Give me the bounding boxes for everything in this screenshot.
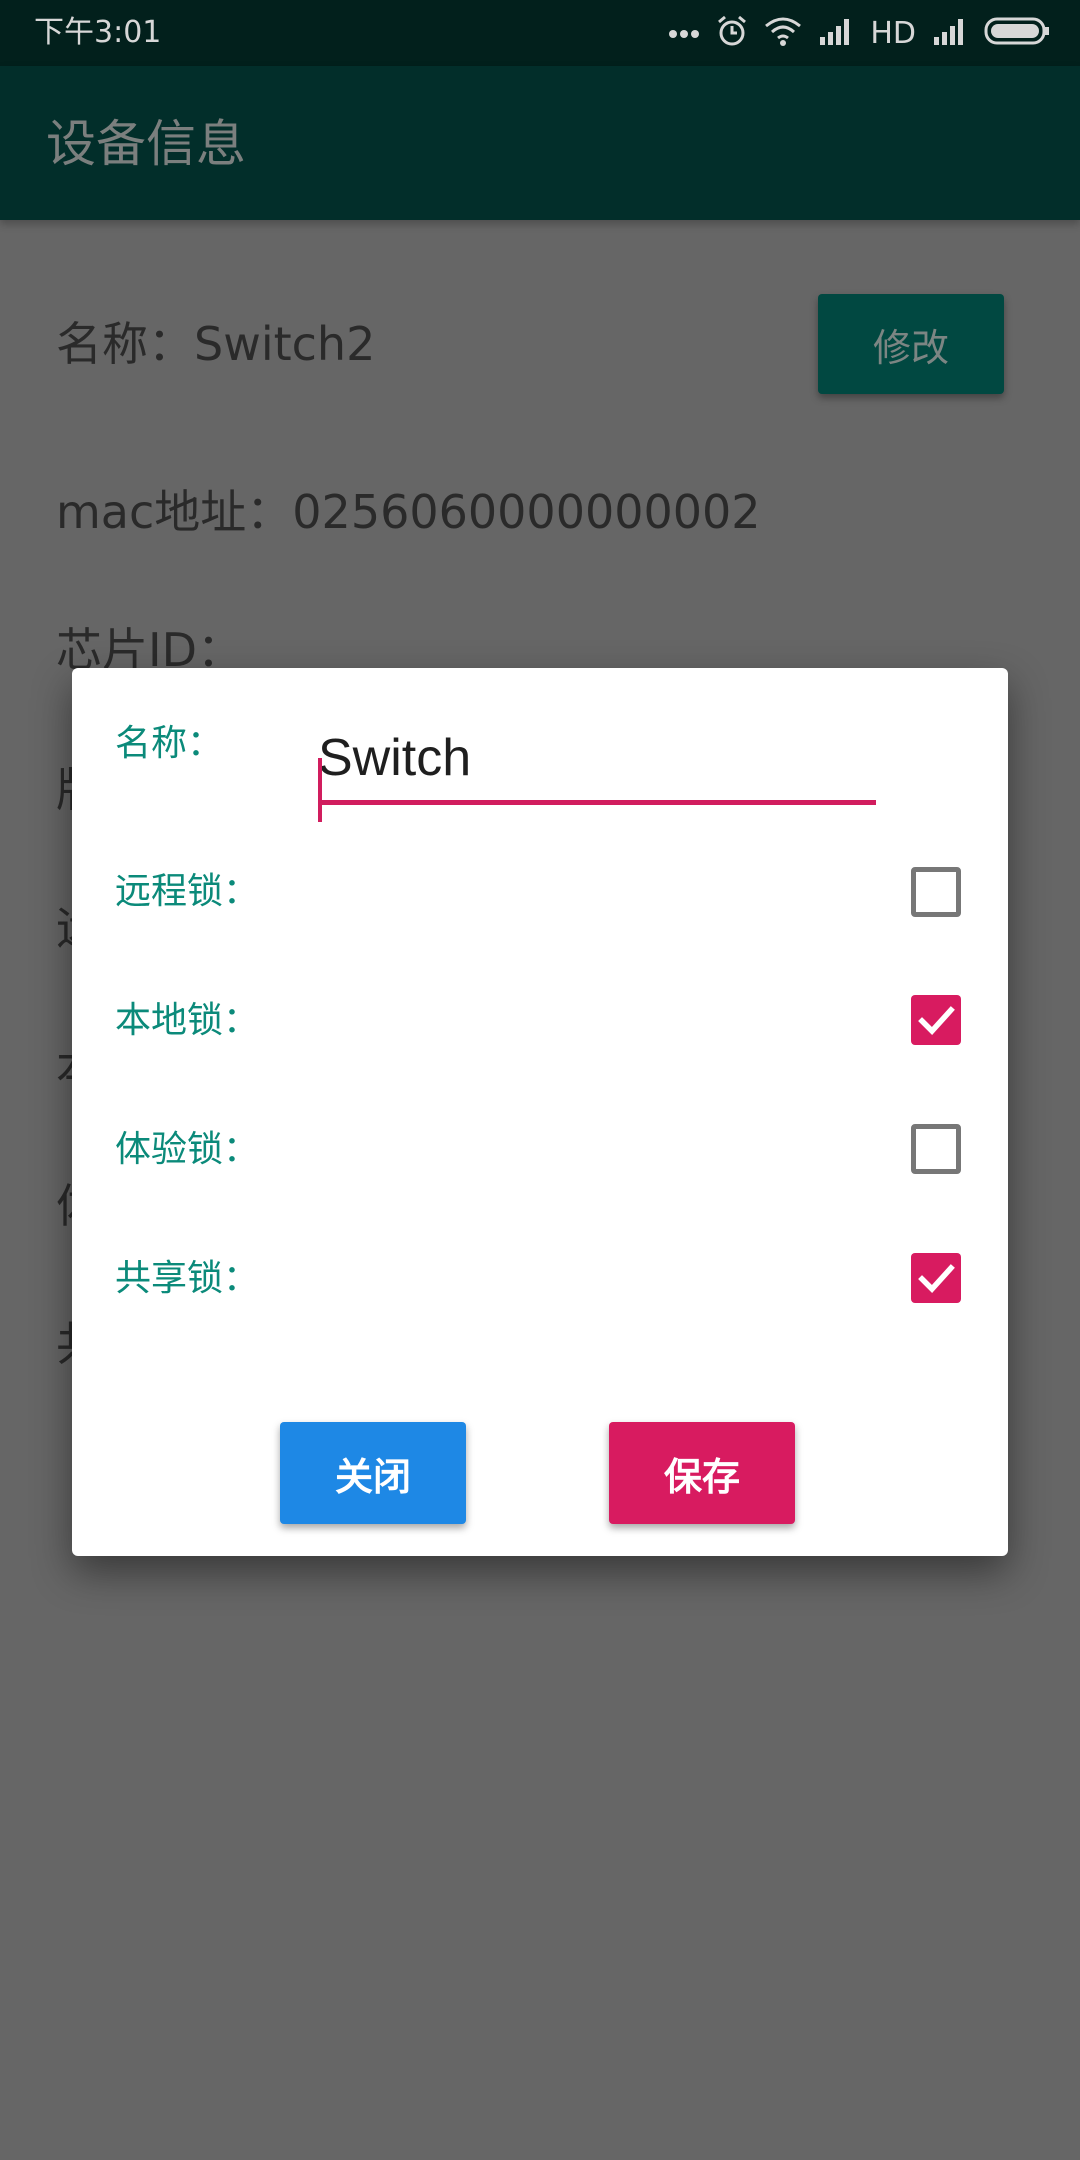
status-bar: 下午3:01 HD (0, 0, 1080, 66)
trial-lock-label: 体验锁： (115, 1129, 260, 1170)
shared-lock-label: 共享锁： (115, 1258, 260, 1299)
checkmark-icon (918, 1006, 955, 1035)
device-name-text: 名称：Switch2 (56, 317, 376, 371)
signal-icon (818, 17, 854, 49)
status-time: 下午3:01 (34, 15, 162, 50)
remote-lock-label: 远程锁： (115, 871, 260, 912)
close-button[interactable]: 关闭 (280, 1422, 466, 1524)
local-lock-label: 本地锁： (115, 1000, 260, 1041)
network-type-label: HD (870, 15, 916, 51)
app-bar: 设备信息 (0, 66, 1080, 220)
status-icons: HD (668, 10, 1050, 56)
signal-icon-2 (932, 17, 968, 49)
alarm-icon (716, 14, 748, 52)
edit-button[interactable]: 修改 (818, 294, 1004, 394)
remote-lock-checkbox[interactable] (911, 867, 961, 917)
edit-device-dialog: 名称： 远程锁： 本地锁： 体验锁： 共享锁： 关闭 保存 (72, 668, 1008, 1556)
mac-address-text: mac地址：0256060000000002 (56, 485, 761, 539)
name-input-underline (318, 800, 876, 805)
text-cursor (318, 758, 322, 822)
save-button[interactable]: 保存 (609, 1422, 795, 1524)
name-label: 名称： (115, 723, 224, 764)
name-field (318, 716, 878, 822)
wifi-icon (764, 16, 802, 50)
battery-icon (984, 17, 1050, 49)
checkmark-icon (918, 1264, 955, 1293)
local-lock-checkbox[interactable] (911, 995, 961, 1045)
shared-lock-checkbox[interactable] (911, 1253, 961, 1303)
more-dots-icon (668, 24, 700, 43)
trial-lock-checkbox[interactable] (911, 1124, 961, 1174)
name-input[interactable] (318, 716, 878, 800)
page-title: 设备信息 (46, 115, 246, 173)
